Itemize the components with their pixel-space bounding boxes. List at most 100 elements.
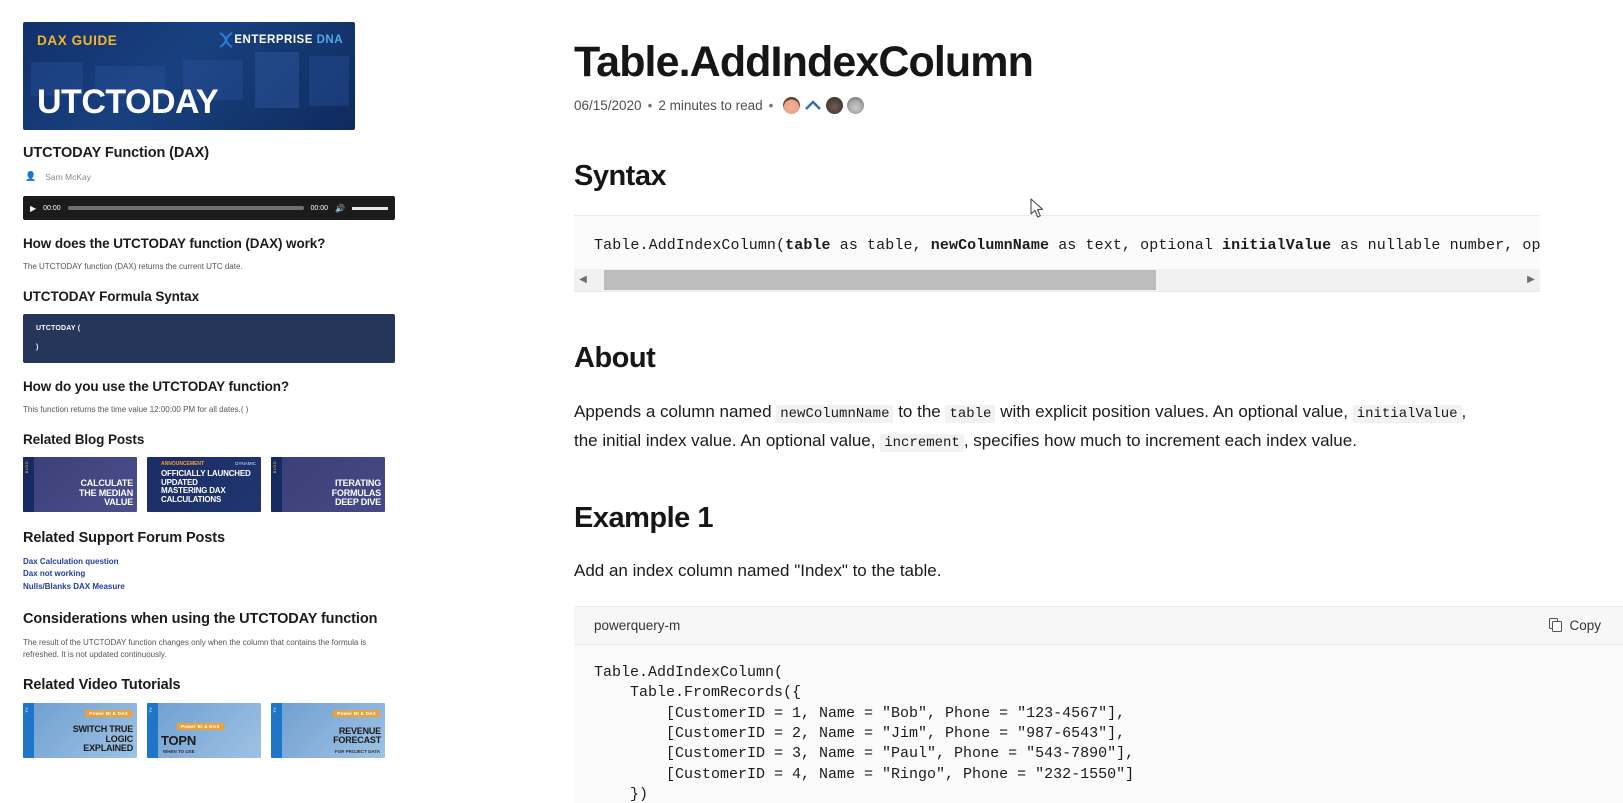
thumb-caption: ANNOUNCEMENT	[161, 461, 205, 467]
forum-link[interactable]: Dax Calculation question	[23, 556, 394, 568]
section-body-how-use: This function returns the time value 12:…	[23, 405, 249, 414]
copy-button[interactable]: Copy	[1543, 617, 1607, 634]
syntax-seg: as table,	[830, 237, 931, 255]
author-line: 👤 Sam McKay	[25, 171, 394, 182]
forum-link[interactable]: Dax not working	[23, 568, 394, 580]
formula-line-close: )	[36, 344, 39, 351]
about-text: , specifies how much to increment each i…	[963, 431, 1357, 451]
related-forum-heading: Related Support Forum Posts	[23, 530, 225, 546]
section-heading-how-use: How do you use the UTCTODAY function?	[23, 379, 290, 394]
thumb-spine: TV	[271, 703, 282, 759]
inline-code: newColumnName	[776, 405, 894, 424]
code-card-header: powerquery-m Copy	[574, 606, 1623, 645]
thumb-spine: TV	[23, 703, 34, 759]
thumb-spine: TV	[147, 703, 158, 759]
person-icon: 👤	[25, 171, 37, 181]
scrollbar-thumb[interactable]	[604, 270, 1156, 291]
scrollbar-track[interactable]	[592, 269, 1522, 292]
syntax-seg: as text, optional	[1049, 237, 1223, 255]
example-code-card: powerquery-m Copy Table.AddIndexColumn( …	[574, 605, 1623, 803]
section-heading-how-works: How does the UTCTODAY function (DAX) wor…	[23, 236, 326, 251]
forum-link[interactable]: Nulls/Blanks DAX Measure	[23, 581, 394, 593]
copy-button-label: Copy	[1569, 617, 1601, 633]
doc-metadata: 06/15/2020 • 2 minutes to read •	[574, 97, 1623, 115]
scroll-left-arrow-icon[interactable]: ◀	[574, 275, 592, 285]
dax-guide-banner: DAX GUIDE ENTERPRISE DNA UTCTODAY	[23, 22, 355, 130]
formula-syntax-box: UTCTODAY ( )	[23, 314, 395, 363]
thumb-title: ITERATING FORMULAS DEEP DIVE	[331, 477, 382, 508]
forum-links-list: Dax Calculation question Dax not working…	[23, 556, 394, 593]
thumb-badge: Power BI & DAX	[333, 710, 380, 718]
related-blog-thumbs: BLOG CALCULATE THE MEDIAN VALUE ANNOUNCEME…	[23, 457, 394, 512]
banner-guide-label: DAX GUIDE	[37, 33, 118, 48]
example-code-text: Table.AddIndexColumn( Table.FromRecords(…	[594, 663, 1135, 803]
copy-icon	[1549, 618, 1563, 633]
volume-slider[interactable]	[352, 206, 388, 210]
formula-line-open: UTCTODAY (	[36, 325, 81, 332]
contributor-avatars	[783, 97, 865, 115]
inline-code: table	[945, 405, 996, 424]
scroll-right-arrow-icon[interactable]: ▶	[1522, 275, 1540, 285]
brand-accent: DNA	[316, 34, 343, 46]
avatar[interactable]	[847, 97, 865, 115]
blog-thumb[interactable]: BLOG CALCULATE THE MEDIAN VALUE	[23, 457, 137, 512]
thumb-title: TOPN	[161, 733, 197, 749]
chevron-up-icon[interactable]	[804, 97, 822, 114]
blog-thumb[interactable]: ANNOUNCEMENT DYNAMIC OFFICIALLY LAUNCHED…	[147, 457, 261, 512]
thumb-badge: Power BI & DAX	[85, 710, 132, 718]
code-language-label: powerquery-m	[594, 617, 681, 633]
banner-function-name: UTCTODAY	[37, 83, 219, 121]
about-text: Appends a column named	[574, 402, 777, 422]
thumb-badge: Power BI & DAX	[177, 723, 224, 731]
example-heading: Example 1	[574, 501, 713, 534]
inline-code: increment	[880, 434, 964, 453]
thumb-title: CALCULATE THE MEDIAN VALUE	[79, 477, 133, 508]
related-video-heading: Related Video Tutorials	[23, 677, 181, 694]
video-thumb[interactable]: TV Power BI & DAX REVENUE FORECAST FOR PR…	[271, 703, 385, 759]
brand-primary: ENTERPRISE	[234, 34, 317, 46]
syntax-heading: Syntax	[574, 160, 667, 193]
page-heading: UTCTODAY Function (DAX)	[23, 145, 209, 161]
meta-separator: •	[768, 98, 774, 114]
thumb-spine: BLOG	[271, 457, 282, 512]
author-name: Sam McKay	[45, 171, 92, 182]
syntax-param: table	[785, 237, 831, 255]
thumb-title: REVENUE FORECAST	[333, 725, 381, 746]
section-heading-formula-syntax: UTCTODAY Formula Syntax	[23, 289, 199, 304]
publish-date: 06/15/2020	[574, 98, 642, 114]
syntax-seg: as nullable number, optional	[1340, 237, 1540, 255]
section-body-how-works: The UTCTODAY function (DAX) returns the …	[23, 262, 243, 271]
video-thumb[interactable]: TV Power BI & DAX SWITCH TRUE LOGIC EXPLAI…	[23, 703, 137, 759]
volume-icon[interactable]: 🔊	[335, 204, 345, 213]
avatar[interactable]	[826, 97, 844, 115]
play-icon[interactable]: ▶	[30, 204, 36, 213]
about-text: with explicit position values. An option…	[995, 402, 1353, 422]
meta-separator: •	[647, 98, 653, 114]
syntax-code-text: Table.AddIndexColumn(table as table, new…	[574, 216, 1540, 254]
related-blog-heading: Related Blog Posts	[23, 432, 145, 447]
horizontal-scrollbar[interactable]: ◀ ▶	[574, 269, 1540, 292]
avatar[interactable]	[783, 97, 801, 115]
audio-total-time: 00:00	[310, 204, 329, 212]
related-video-thumbs: TV Power BI & DAX SWITCH TRUE LOGIC EXPLAI…	[23, 703, 394, 759]
documentation-panel: Table.AddIndexColumn 06/15/2020 • 2 minu…	[420, 0, 1623, 803]
thumb-subtitle: WHEN TO USE	[163, 749, 195, 755]
about-paragraph: Appends a column named newColumnName to …	[574, 397, 1494, 455]
about-heading: About	[574, 342, 656, 375]
thumb-spine: BLOG	[23, 457, 34, 512]
audio-player[interactable]: ▶ 00:00 00:00 🔊	[23, 196, 395, 220]
thumb-subtitle: FOR PROJECT DATA	[334, 749, 380, 755]
video-thumb[interactable]: TV Power BI & DAX TOPN WHEN TO USE	[147, 703, 261, 759]
blog-thumb[interactable]: BLOG ITERATING FORMULAS DEEP DIVE	[271, 457, 385, 512]
syntax-param: newColumnName	[930, 237, 1050, 255]
audio-progress-track[interactable]	[67, 206, 304, 210]
considerations-body: The result of the UTCTODAY function chan…	[23, 638, 367, 660]
syntax-code-block: Table.AddIndexColumn(table as table, new…	[574, 215, 1540, 293]
thumb-title: SWITCH TRUE LOGIC EXPLAINED	[72, 724, 133, 754]
dax-guide-panel: DAX GUIDE ENTERPRISE DNA UTCTODAY UTCTOD…	[0, 0, 420, 803]
considerations-heading: Considerations when using the UTCTODAY f…	[23, 611, 378, 628]
syntax-seg: Table.AddIndexColumn(	[594, 237, 786, 255]
thumb-title: OFFICIALLY LAUNCHED UPDATED MASTERING DAX C…	[161, 469, 251, 504]
example-description: Add an index column named "Index" to the…	[574, 560, 942, 580]
about-text: to the	[893, 402, 946, 422]
